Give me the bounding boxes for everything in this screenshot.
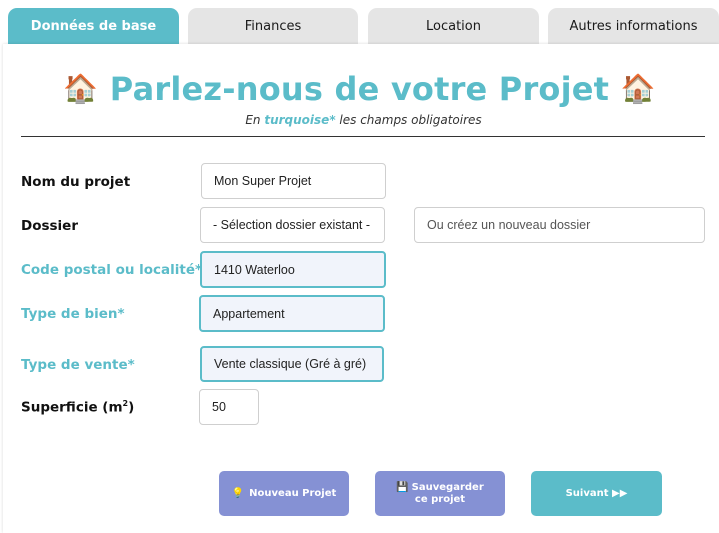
save-project-label: Sauvegarder ce projet bbox=[411, 481, 484, 505]
divider bbox=[21, 136, 705, 137]
project-name-input[interactable] bbox=[201, 163, 386, 199]
page-title-text: Parlez-nous de votre Projet bbox=[109, 70, 610, 108]
house-icon: 🏠 bbox=[620, 72, 656, 105]
area-label-text: Superficie (m bbox=[21, 399, 123, 416]
page-title: 🏠 Parlez-nous de votre Projet 🏠 bbox=[0, 70, 719, 108]
tab-autres-informations[interactable]: Autres informations bbox=[548, 8, 719, 44]
folder-label: Dossier bbox=[21, 218, 78, 234]
subtitle-highlight: turquoise* bbox=[264, 113, 336, 127]
save-project-text: 💾 Sauvegarder ce projet bbox=[395, 482, 485, 506]
area-label: Superficie (m2) bbox=[21, 399, 134, 416]
save-project-button[interactable]: 💾 Sauvegarder ce projet bbox=[375, 471, 505, 516]
lightbulb-icon: 💡 bbox=[231, 487, 245, 499]
sale-type-label: Type de vente* bbox=[21, 357, 135, 373]
area-label-end: ) bbox=[128, 399, 135, 416]
house-icon: 🏠 bbox=[63, 72, 99, 105]
area-input[interactable] bbox=[199, 389, 259, 425]
tab-donnees-de-base[interactable]: Données de base bbox=[8, 8, 179, 44]
tab-location[interactable]: Location bbox=[368, 8, 539, 44]
property-type-label: Type de bien* bbox=[21, 306, 125, 322]
subtitle-prefix: En bbox=[245, 113, 265, 127]
new-project-button[interactable]: 💡 Nouveau Projet bbox=[219, 471, 349, 516]
floppy-disk-icon: 💾 bbox=[396, 481, 409, 493]
tab-bar: Données de base Finances Location Autres… bbox=[0, 0, 719, 44]
sale-type-select[interactable]: Vente classique (Gré à gré) bbox=[200, 346, 384, 382]
subtitle-suffix: les champs obligatoires bbox=[335, 113, 482, 127]
page-subtitle: En turquoise* les champs obligatoires bbox=[0, 113, 719, 127]
postal-code-input[interactable] bbox=[200, 251, 386, 288]
tab-finances[interactable]: Finances bbox=[188, 8, 358, 44]
property-type-select[interactable]: Appartement bbox=[199, 295, 385, 332]
new-project-label: Nouveau Projet bbox=[249, 487, 337, 499]
next-button[interactable]: Suivant ▶▶ bbox=[531, 471, 662, 516]
postal-code-label: Code postal ou localité* bbox=[21, 262, 203, 278]
folder-select[interactable]: - Sélection dossier existant - bbox=[200, 207, 385, 243]
project-name-label: Nom du projet bbox=[21, 174, 131, 190]
new-folder-input[interactable] bbox=[414, 207, 705, 243]
